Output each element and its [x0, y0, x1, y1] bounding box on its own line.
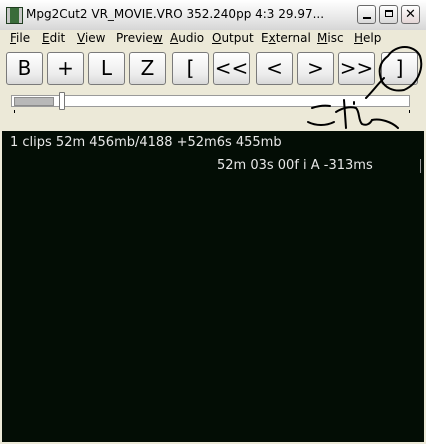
timeline-handle[interactable]: [59, 92, 65, 110]
timeline-track[interactable]: [11, 95, 410, 107]
maximize-icon: [384, 10, 393, 17]
toolbar-button-fast-forward[interactable]: >>: [338, 52, 375, 85]
clip-info-text: 1 clips 52m 456mb/4188 +52m6s 455mb: [10, 135, 282, 150]
minimize-button[interactable]: [357, 5, 376, 24]
menu-external[interactable]: External: [261, 31, 311, 45]
app-window: Mpg2Cut2 VR_MOVIE.VRO 352.240pp 4:3 29.9…: [0, 0, 426, 444]
menu-file[interactable]: File: [10, 31, 30, 45]
close-icon: ✕: [405, 7, 416, 22]
window-title: Mpg2Cut2 VR_MOVIE.VRO 352.240pp 4:3 29.9…: [26, 7, 325, 21]
toolbar-button-step-forward[interactable]: >: [297, 52, 334, 85]
timeline-selection[interactable]: [14, 97, 54, 106]
menu-output[interactable]: Output: [212, 31, 254, 45]
timeline-tick: [14, 110, 15, 113]
toolbar-button-last[interactable]: L: [88, 52, 125, 85]
timeline-slider[interactable]: [0, 90, 426, 126]
menu-audio[interactable]: Audio: [170, 31, 204, 45]
timecode-info-text: 52m 03s 00f i A -313ms: [217, 158, 373, 173]
toolbar: B + L Z [ << < > >> ]: [0, 50, 426, 90]
menu-bar: File Edit View Preview Audio Output Exte…: [0, 30, 426, 48]
toolbar-button-begin[interactable]: B: [6, 52, 43, 85]
close-button[interactable]: ✕: [401, 5, 420, 24]
maximize-button[interactable]: [379, 5, 398, 24]
timeline-tick: [409, 110, 410, 113]
menu-edit[interactable]: Edit: [42, 31, 65, 45]
toolbar-button-mark-out[interactable]: ]: [381, 52, 418, 85]
menu-preview[interactable]: Preview: [116, 31, 163, 45]
minimize-icon: [362, 17, 371, 19]
panel-divider: [420, 159, 421, 173]
toolbar-button-step-back[interactable]: <: [256, 52, 293, 85]
toolbar-button-fast-rewind[interactable]: <<: [213, 52, 250, 85]
toolbar-button-mark-in[interactable]: [: [172, 52, 209, 85]
toolbar-button-add[interactable]: +: [47, 52, 84, 85]
video-preview-panel[interactable]: 1 clips 52m 456mb/4188 +52m6s 455mb 52m …: [2, 131, 424, 442]
title-bar[interactable]: Mpg2Cut2 VR_MOVIE.VRO 352.240pp 4:3 29.9…: [0, 0, 426, 31]
menu-view[interactable]: View: [77, 31, 105, 45]
menu-help[interactable]: Help: [354, 31, 381, 45]
menu-misc[interactable]: Misc: [317, 31, 344, 45]
toolbar-button-zoom[interactable]: Z: [129, 52, 166, 85]
app-film-icon[interactable]: [6, 7, 23, 24]
